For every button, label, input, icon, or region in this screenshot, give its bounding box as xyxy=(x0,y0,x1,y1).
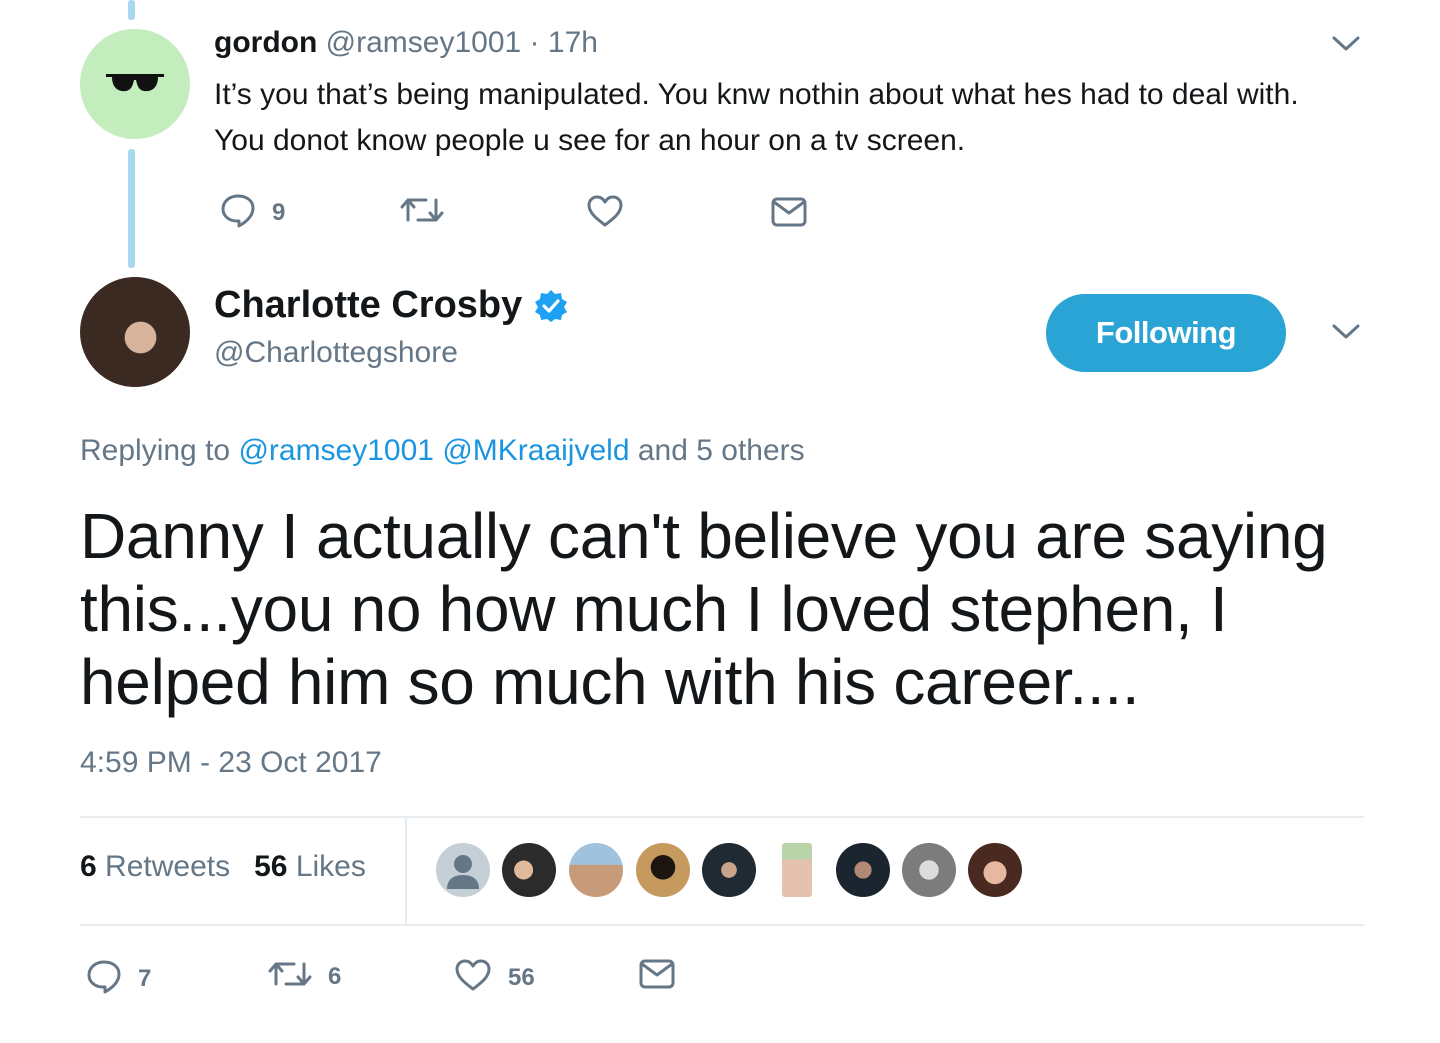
replying-prefix: Replying to xyxy=(80,434,231,467)
envelope-icon xyxy=(638,958,676,995)
liker-avatar[interactable] xyxy=(636,843,690,897)
author-name-text[interactable]: Charlotte Crosby xyxy=(214,284,522,327)
thread-line-top xyxy=(128,0,135,20)
chevron-down-icon xyxy=(1331,323,1361,346)
parent-author-handle[interactable]: @ramsey1001 xyxy=(326,26,522,59)
author-avatar[interactable] xyxy=(80,277,190,387)
reply-button[interactable]: 7 xyxy=(86,958,151,999)
parent-retweet-button[interactable] xyxy=(400,194,444,231)
liker-avatar[interactable] xyxy=(782,843,812,897)
thread-line xyxy=(128,149,135,268)
replying-to-line: Replying to @ramsey1001 @MKraaijveld and… xyxy=(80,434,805,468)
retweet-icon xyxy=(400,194,444,231)
parent-more-button[interactable] xyxy=(1330,34,1362,58)
tweet-stats: 6 Retweets 56 Likes xyxy=(80,850,366,884)
tweet-more-button[interactable] xyxy=(1330,322,1362,346)
liker-avatar[interactable] xyxy=(436,843,490,897)
liker-avatar[interactable] xyxy=(968,843,1022,897)
default-user-icon xyxy=(447,855,479,889)
liker-avatar[interactable] xyxy=(569,843,623,897)
divider xyxy=(80,924,1364,926)
like-button[interactable]: 56 xyxy=(454,958,535,997)
tweet-detail-page: gordon @ramsey1001 · 17h It’s you that’s… xyxy=(0,0,1440,1043)
reply-icon xyxy=(220,192,256,233)
parent-tweet-text: It’s you that’s being manipulated. You k… xyxy=(214,78,1299,157)
parent-reply-count: 9 xyxy=(272,198,286,226)
envelope-icon xyxy=(770,196,808,233)
verified-badge-icon xyxy=(534,289,568,323)
parent-reply-button[interactable]: 9 xyxy=(220,192,285,233)
dm-button[interactable] xyxy=(638,958,676,995)
retweet-button[interactable]: 6 xyxy=(268,958,341,995)
parent-tweet-time[interactable]: 17h xyxy=(548,26,598,59)
liker-avatar[interactable] xyxy=(902,843,956,897)
heart-icon xyxy=(586,194,624,233)
following-button[interactable]: Following xyxy=(1046,294,1286,372)
tweet-timestamp[interactable]: 4:59 PM - 23 Oct 2017 xyxy=(80,746,382,780)
heart-icon xyxy=(454,958,492,997)
parent-dm-button[interactable] xyxy=(770,196,808,233)
author-handle[interactable]: @Charlottegshore xyxy=(214,336,458,370)
liker-avatar[interactable] xyxy=(502,843,556,897)
stats-divider xyxy=(405,818,407,924)
replying-user-link[interactable]: @ramsey1001 xyxy=(238,434,434,467)
parent-like-button[interactable] xyxy=(586,194,624,233)
separator-dot: · xyxy=(529,26,540,59)
likes-stat[interactable]: 56 Likes xyxy=(254,850,366,883)
reply-count: 7 xyxy=(138,964,152,992)
retweets-stat[interactable]: 6 Retweets xyxy=(80,850,230,883)
parent-tweet-header: gordon @ramsey1001 · 17h xyxy=(214,26,598,60)
divider xyxy=(80,816,1364,818)
parent-avatar[interactable] xyxy=(80,29,190,139)
liker-avatar[interactable] xyxy=(702,843,756,897)
chevron-down-icon xyxy=(1331,35,1361,58)
sunglasses-icon xyxy=(104,69,166,100)
parent-author-name[interactable]: gordon xyxy=(214,26,317,59)
author-name[interactable]: Charlotte Crosby xyxy=(214,284,568,327)
reply-icon xyxy=(86,958,122,999)
retweet-count: 6 xyxy=(328,962,342,990)
liker-avatar[interactable] xyxy=(836,843,890,897)
replying-others-link[interactable]: and 5 others xyxy=(638,434,805,467)
replying-user-link[interactable]: @MKraaijveld xyxy=(442,434,629,467)
retweet-icon xyxy=(268,958,312,995)
like-count: 56 xyxy=(508,963,535,991)
tweet-text: Danny I actually can't believe you are s… xyxy=(80,500,1328,718)
